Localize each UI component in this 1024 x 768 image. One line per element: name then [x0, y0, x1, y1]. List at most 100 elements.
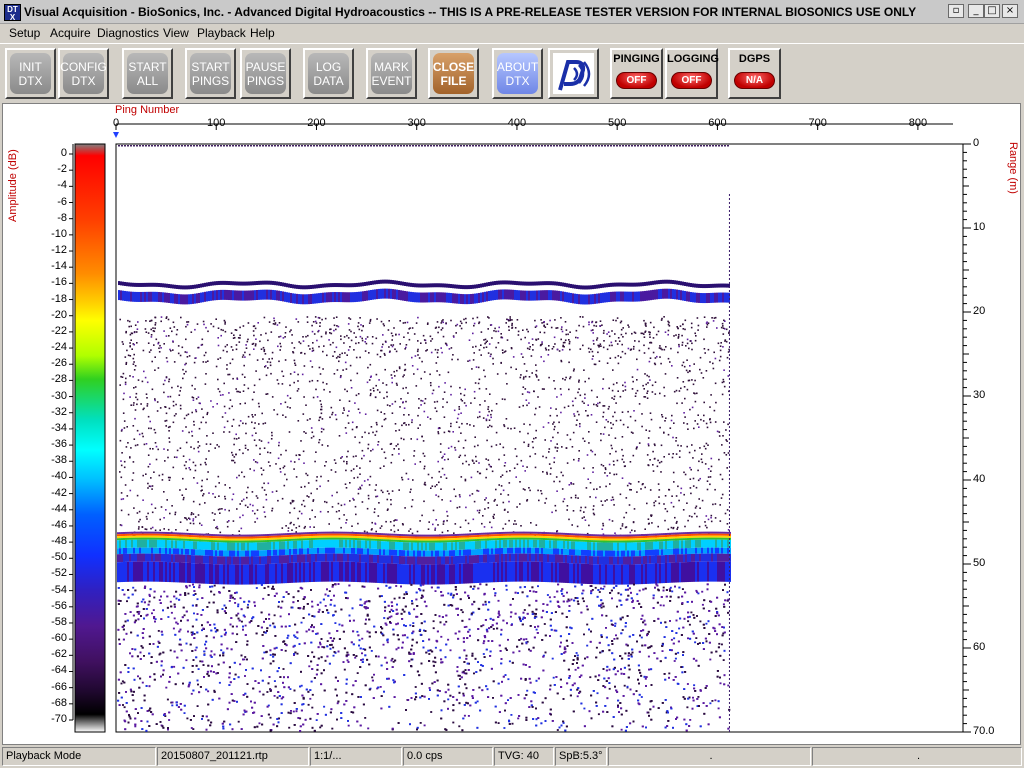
amplitude-tick-label: -26	[51, 357, 67, 370]
ping-tick-label-200: 200	[307, 117, 326, 129]
init-dtx-button[interactable]: INIT DTX	[5, 48, 56, 99]
amplitude-tick-label: -66	[51, 680, 67, 693]
status-tvg: TVG: 40	[494, 747, 554, 766]
biosonics-logo-button[interactable]	[548, 48, 599, 99]
menu-help[interactable]: Help	[250, 26, 275, 40]
mark-event-button[interactable]: MARK EVENT	[366, 48, 417, 99]
echogram-chart[interactable]	[3, 104, 1020, 744]
maximize-button[interactable]: □	[984, 4, 1000, 18]
button-label-line2: FILE	[440, 73, 467, 88]
ping-tick-label-700: 700	[808, 117, 827, 129]
button-label-line1: MARK	[374, 59, 409, 74]
amplitude-tick-label: -2	[57, 163, 67, 176]
range-tick-label-10: 10	[973, 221, 986, 233]
menu-playback[interactable]: Playback	[197, 26, 246, 40]
amplitude-tick-label: -44	[51, 502, 67, 515]
button-label-line1: ABOUT	[496, 59, 539, 74]
button-label-line1: CONFIG	[60, 59, 107, 74]
menu-diagnostics[interactable]: Diagnostics	[97, 26, 159, 40]
amplitude-tick-label: -62	[51, 648, 67, 661]
about-dtx-button[interactable]: ABOUT DTX	[492, 48, 543, 99]
close-button[interactable]: ×	[1002, 4, 1018, 18]
amplitude-tick-label: -12	[51, 244, 67, 257]
amplitude-tick-label: -28	[51, 373, 67, 386]
range-tick-label-0: 0	[973, 137, 980, 149]
logging-indicator: LOGGING OFF	[665, 48, 719, 99]
amplitude-tick-label: -50	[51, 551, 67, 564]
menu-setup[interactable]: Setup	[9, 26, 40, 40]
ping-tick-label-800: 800	[908, 117, 928, 129]
button-label-line2: EVENT	[371, 73, 412, 88]
amplitude-tick-label: -32	[51, 405, 67, 418]
button-label-line1: START	[191, 59, 230, 74]
amplitude-tick-label: -52	[51, 567, 67, 580]
button-label-line1: START	[128, 59, 167, 74]
pinging-indicator: PINGING OFF	[610, 48, 663, 99]
amplitude-tick-label: -40	[51, 470, 67, 483]
ping-tick-label-300: 300	[407, 117, 426, 129]
logging-state: OFF	[671, 72, 712, 89]
amplitude-tick-label: -70	[51, 713, 67, 725]
dgps-indicator: DGPS N/A	[728, 48, 781, 99]
config-dtx-button[interactable]: CONFIG DTX	[58, 48, 109, 99]
status-ratio: 1:1/...	[310, 747, 402, 766]
amplitude-tick-label: -58	[51, 615, 67, 628]
restore-icon[interactable]: ▫	[948, 4, 964, 18]
amplitude-tick-label: -42	[51, 486, 67, 499]
range-tick-label-20: 20	[973, 305, 986, 317]
amplitude-tick-label: -68	[51, 696, 67, 709]
amplitude-tick-label: -4	[57, 179, 67, 192]
button-label-line1: LOG	[315, 59, 342, 74]
button-label-line2: DTX	[71, 73, 96, 88]
start-all-button[interactable]: START ALL	[122, 48, 173, 99]
window-title: Visual Acquisition - BioSonics, Inc. - A…	[24, 5, 917, 19]
status-mode: Playback Mode	[2, 747, 156, 766]
amplitude-tick-label: -46	[51, 518, 67, 531]
button-label-line2: DTX	[505, 73, 530, 88]
toolbar: INIT DTX CONFIG DTX START ALL START PINGS PA…	[0, 43, 1024, 103]
amplitude-tick-label: -24	[51, 341, 67, 354]
pause-pings-button[interactable]: PAUSE PINGS	[240, 48, 291, 99]
minimize-button[interactable]: _	[968, 4, 984, 18]
start-pings-button[interactable]: START PINGS	[185, 48, 236, 99]
range-tick-label-60: 60	[973, 641, 986, 653]
amplitude-tick-label: -34	[51, 421, 67, 434]
logging-label: LOGGING	[667, 53, 719, 65]
range-tick-label-40: 40	[973, 473, 986, 485]
amplitude-tick-label: -22	[51, 324, 67, 337]
amplitude-colorbar	[74, 143, 106, 733]
amplitude-tick-label: -14	[51, 260, 67, 273]
ping-tick-label-0: 0	[112, 117, 120, 129]
status-rate: 0.0 cps	[403, 747, 493, 766]
ping-tick-label-500: 500	[607, 117, 627, 129]
amplitude-tick-label: -8	[57, 211, 67, 224]
range-tick-label-70.0: 70.0	[973, 725, 995, 737]
amplitude-tick-label: 0	[60, 147, 67, 159]
menu-acquire[interactable]: Acquire	[50, 26, 91, 40]
amplitude-tick-label: -36	[51, 438, 67, 451]
amplitude-tick-label: -30	[51, 389, 67, 402]
amplitude-tick-label: -6	[57, 195, 67, 208]
pinging-state: OFF	[616, 72, 657, 89]
range-tick-label-30: 30	[973, 389, 986, 401]
ping-cursor-icon	[113, 132, 119, 138]
amplitude-tick-label: -38	[51, 454, 67, 467]
amplitude-tick-label: -16	[51, 276, 67, 289]
echogram-frame	[115, 143, 964, 733]
amplitude-tick-label: -48	[51, 535, 67, 548]
status-file: 20150807_201121.rtp	[157, 747, 309, 766]
log-data-button[interactable]: LOG DATA	[303, 48, 354, 99]
button-label-line1: PAUSE	[245, 59, 286, 74]
menu-view[interactable]: View	[163, 26, 189, 40]
close-file-button[interactable]: CLOSE FILE	[428, 48, 479, 99]
button-label-line2: PINGS	[191, 73, 230, 88]
dgps-label: DGPS	[738, 53, 771, 65]
biosonics-logo-icon	[557, 59, 590, 91]
ping-tick-label-600: 600	[708, 117, 727, 129]
button-label-line2: ALL	[136, 73, 159, 88]
button-label-line2: DATA	[313, 73, 344, 88]
menu-bar: Setup Acquire Diagnostics View Playback …	[0, 24, 1024, 42]
amplitude-tick-label: -64	[51, 664, 67, 677]
button-label-line2: DTX	[18, 73, 43, 88]
ping-tick-label-100: 100	[207, 117, 226, 129]
